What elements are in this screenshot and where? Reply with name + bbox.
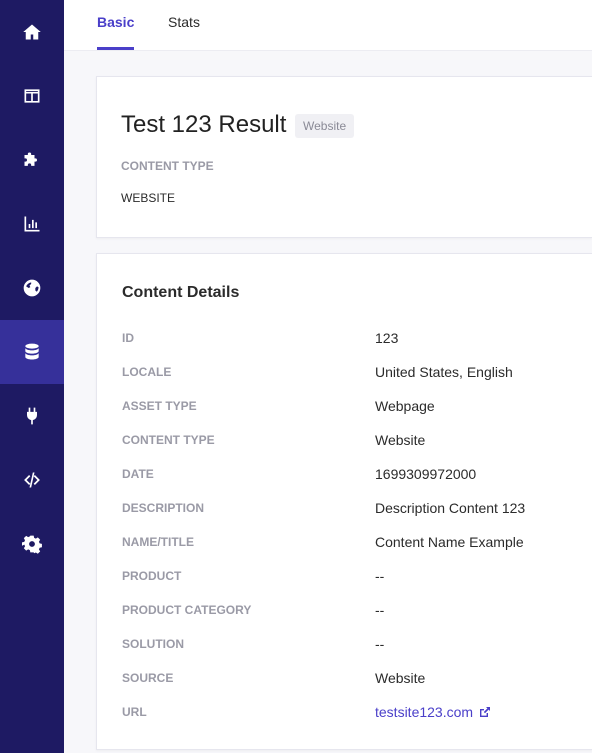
database-icon: [25, 343, 39, 360]
nav-analytics[interactable]: [0, 192, 64, 256]
detail-row-url: URL testsite123.com: [97, 695, 592, 729]
detail-value: Webpage: [375, 398, 435, 414]
nav-integrations[interactable]: [0, 384, 64, 448]
detail-row-source: SOURCE Website: [97, 661, 592, 695]
detail-label: SOURCE: [122, 671, 174, 685]
bar-chart-icon: [24, 216, 40, 232]
detail-value: --: [375, 568, 385, 584]
content-type-badge: Website: [295, 114, 355, 138]
home-icon: [23, 24, 41, 40]
result-summary-card: Test 123 Result Website CONTENT TYPE WEB…: [96, 76, 592, 238]
detail-label: PRODUCT: [122, 569, 182, 583]
detail-label: URL: [122, 705, 147, 719]
table-icon: [24, 89, 40, 103]
url-link-text: testsite123.com: [375, 704, 474, 720]
detail-label: ID: [122, 331, 134, 345]
nav-extensions[interactable]: [0, 128, 64, 192]
detail-row-content-type: CONTENT TYPE Website: [97, 423, 592, 457]
detail-value: Description Content 123: [375, 500, 526, 516]
plug-icon: [27, 407, 37, 425]
detail-label: ASSET TYPE: [122, 399, 197, 413]
detail-label: DATE: [122, 467, 154, 481]
detail-row-description: DESCRIPTION Description Content 123: [97, 491, 592, 525]
puzzle-icon: [24, 152, 37, 166]
detail-value: --: [375, 636, 385, 652]
main-content: Basic Stats Test 123 Result Website CONT…: [64, 0, 592, 753]
sidebar: [0, 0, 64, 753]
nav-settings[interactable]: [0, 512, 64, 576]
detail-row-asset-type: ASSET TYPE Webpage: [97, 389, 592, 423]
detail-row-date: DATE 1699309972000: [97, 457, 592, 491]
section-title: Content Details: [122, 284, 240, 301]
detail-value: Website: [375, 670, 426, 686]
external-link-icon: [479, 706, 491, 718]
detail-label: LOCALE: [122, 365, 172, 379]
tab-stats[interactable]: Stats: [166, 0, 202, 51]
detail-label: NAME/TITLE: [122, 535, 194, 549]
detail-row-product: PRODUCT --: [97, 559, 592, 593]
nav-developer[interactable]: [0, 448, 64, 512]
content-type-value: WEBSITE: [121, 191, 176, 205]
detail-label: PRODUCT CATEGORY: [122, 603, 252, 617]
nav-globe[interactable]: [0, 256, 64, 320]
content-type-label: CONTENT TYPE: [121, 159, 214, 173]
detail-row-solution: SOLUTION --: [97, 627, 592, 661]
detail-row-id: ID 123: [97, 321, 592, 355]
tab-basic[interactable]: Basic: [97, 0, 134, 51]
detail-row-name-title: NAME/TITLE Content Name Example: [97, 525, 592, 559]
detail-label: DESCRIPTION: [122, 501, 205, 515]
detail-value: --: [375, 602, 385, 618]
page-title: Test 123 Result: [121, 111, 287, 138]
gear-icon: [22, 535, 42, 554]
globe-icon: [23, 279, 41, 297]
detail-label: CONTENT TYPE: [122, 433, 215, 447]
detail-row-locale: LOCALE United States, English: [97, 355, 592, 389]
detail-value: 1699309972000: [375, 466, 477, 482]
nav-database[interactable]: [0, 320, 64, 384]
nav-table[interactable]: [0, 64, 64, 128]
detail-value: 123: [375, 330, 399, 346]
url-link[interactable]: testsite123.com: [375, 695, 491, 729]
detail-row-product-category: PRODUCT CATEGORY --: [97, 593, 592, 627]
detail-value: Content Name Example: [375, 534, 524, 550]
nav-home[interactable]: [0, 0, 64, 64]
code-icon: [24, 472, 40, 488]
detail-value: United States, English: [375, 364, 513, 380]
detail-value: Website: [375, 432, 426, 448]
detail-label: SOLUTION: [122, 637, 184, 651]
tab-bar: Basic Stats: [64, 0, 592, 51]
content-details-card: Content Details ID 123 LOCALE United Sta…: [96, 253, 592, 750]
